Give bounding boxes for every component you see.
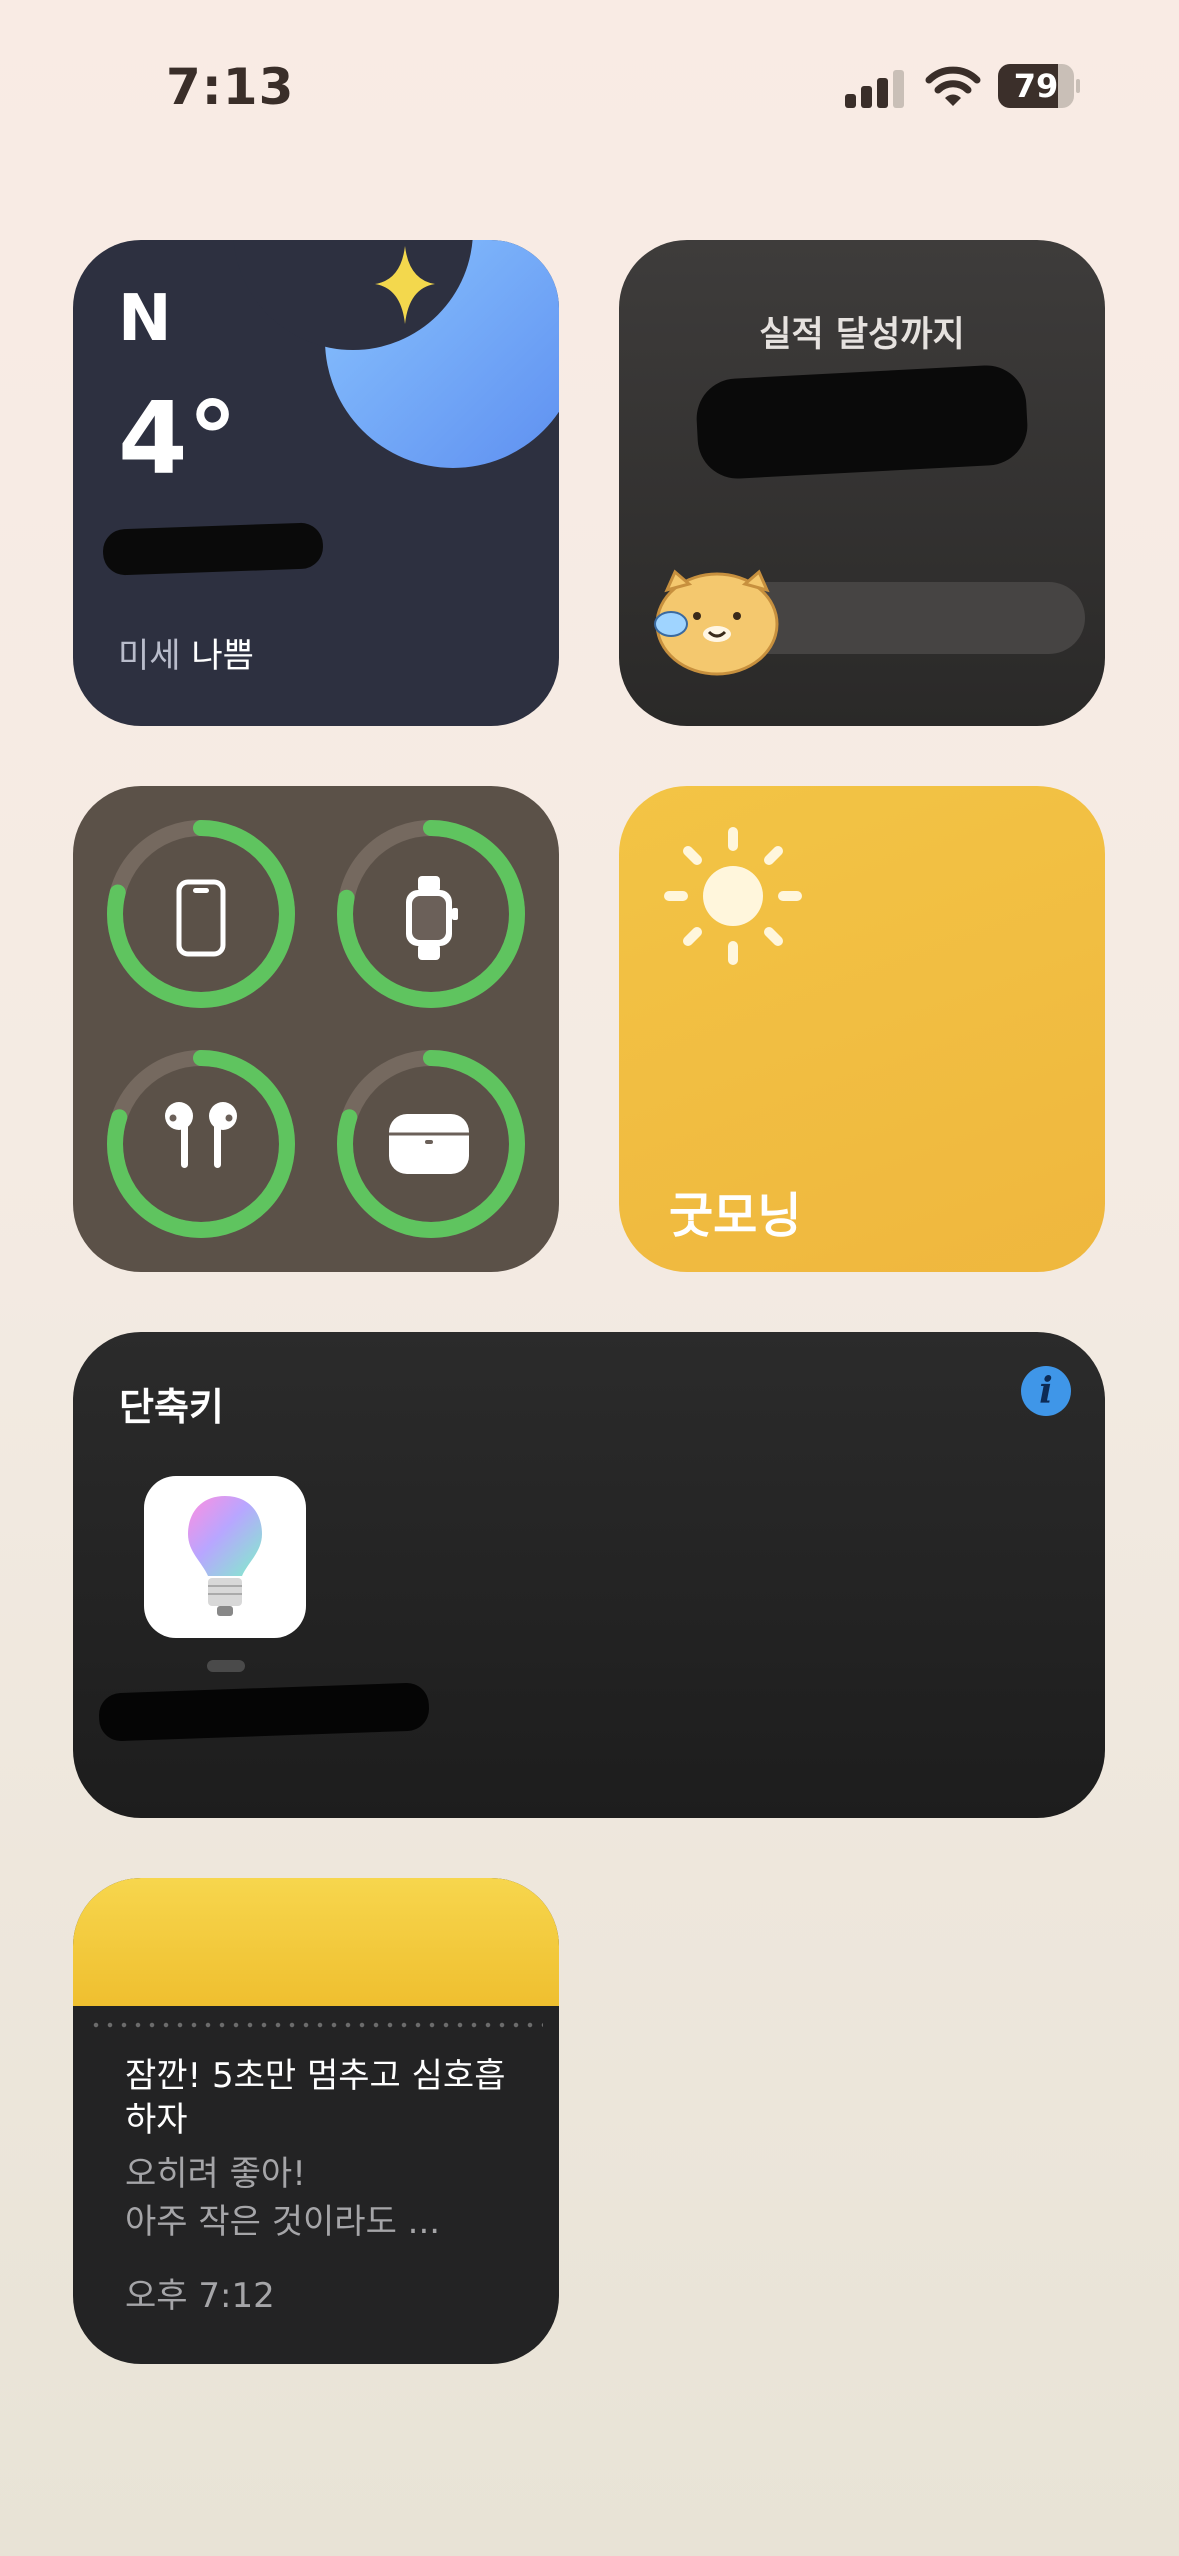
shortcut-name-redacted bbox=[207, 1660, 245, 1672]
light-bulb-shortcut-button[interactable] bbox=[144, 1476, 306, 1638]
cellular-signal-icon bbox=[845, 70, 904, 108]
shortcuts-title: 단축키 bbox=[119, 1385, 224, 1429]
temperature: 4° bbox=[118, 380, 238, 497]
redacted-scribble bbox=[98, 1682, 430, 1742]
air-quality-label: 미세 bbox=[118, 636, 181, 676]
battery-rings bbox=[107, 820, 525, 1238]
redacted-scribble bbox=[102, 522, 324, 576]
good-morning-label: 굿모닝 bbox=[669, 1188, 802, 1244]
apple-watch-icon bbox=[406, 876, 458, 960]
color-light-bulb-icon bbox=[188, 1496, 262, 1616]
goal-title: 실적 달성까지 bbox=[759, 315, 965, 355]
goal-progress-widget[interactable]: 실적 달성까지 bbox=[619, 240, 1105, 726]
status-time: 7:13 bbox=[166, 58, 295, 116]
air-quality: 미세 나쁨 bbox=[118, 628, 254, 677]
iphone-icon bbox=[176, 879, 226, 957]
sun-icon bbox=[664, 827, 802, 965]
battery-percent: 79 bbox=[1013, 67, 1059, 105]
air-quality-value: 나쁨 bbox=[191, 636, 254, 676]
battery-indicator: 79 bbox=[998, 64, 1080, 110]
weather-brand: N bbox=[118, 282, 172, 356]
cat-mascot-icon bbox=[654, 569, 779, 676]
wifi-icon bbox=[925, 66, 981, 106]
notes-header bbox=[73, 1878, 559, 2006]
note-line: 아주 작은 것이라도 ... bbox=[125, 2202, 441, 2242]
note-title: 잠깐! 5초만 멈추고 심호흡 하자 bbox=[125, 2056, 506, 2140]
weather-widget[interactable]: N 4° 미세 나쁨 bbox=[73, 240, 559, 726]
airpods-case-icon bbox=[389, 1114, 469, 1174]
good-morning-shortcut-widget[interactable]: 굿모닝 bbox=[619, 786, 1105, 1272]
note-line: 오히려 좋아! bbox=[125, 2154, 306, 2194]
shortcuts-widget[interactable]: 단축키 i bbox=[73, 1332, 1105, 1818]
airpods-icon bbox=[165, 1102, 237, 1168]
note-time: 오후 7:12 bbox=[125, 2276, 275, 2316]
redacted-scribble bbox=[694, 363, 1030, 481]
notes-widget[interactable]: 잠깐! 5초만 멈추고 심호흡 하자 오히려 좋아! 아주 작은 것이라도 ..… bbox=[73, 1878, 559, 2364]
info-icon[interactable]: i bbox=[1021, 1366, 1071, 1416]
batteries-widget[interactable] bbox=[73, 786, 559, 1272]
notes-dotted-divider bbox=[89, 2022, 543, 2028]
